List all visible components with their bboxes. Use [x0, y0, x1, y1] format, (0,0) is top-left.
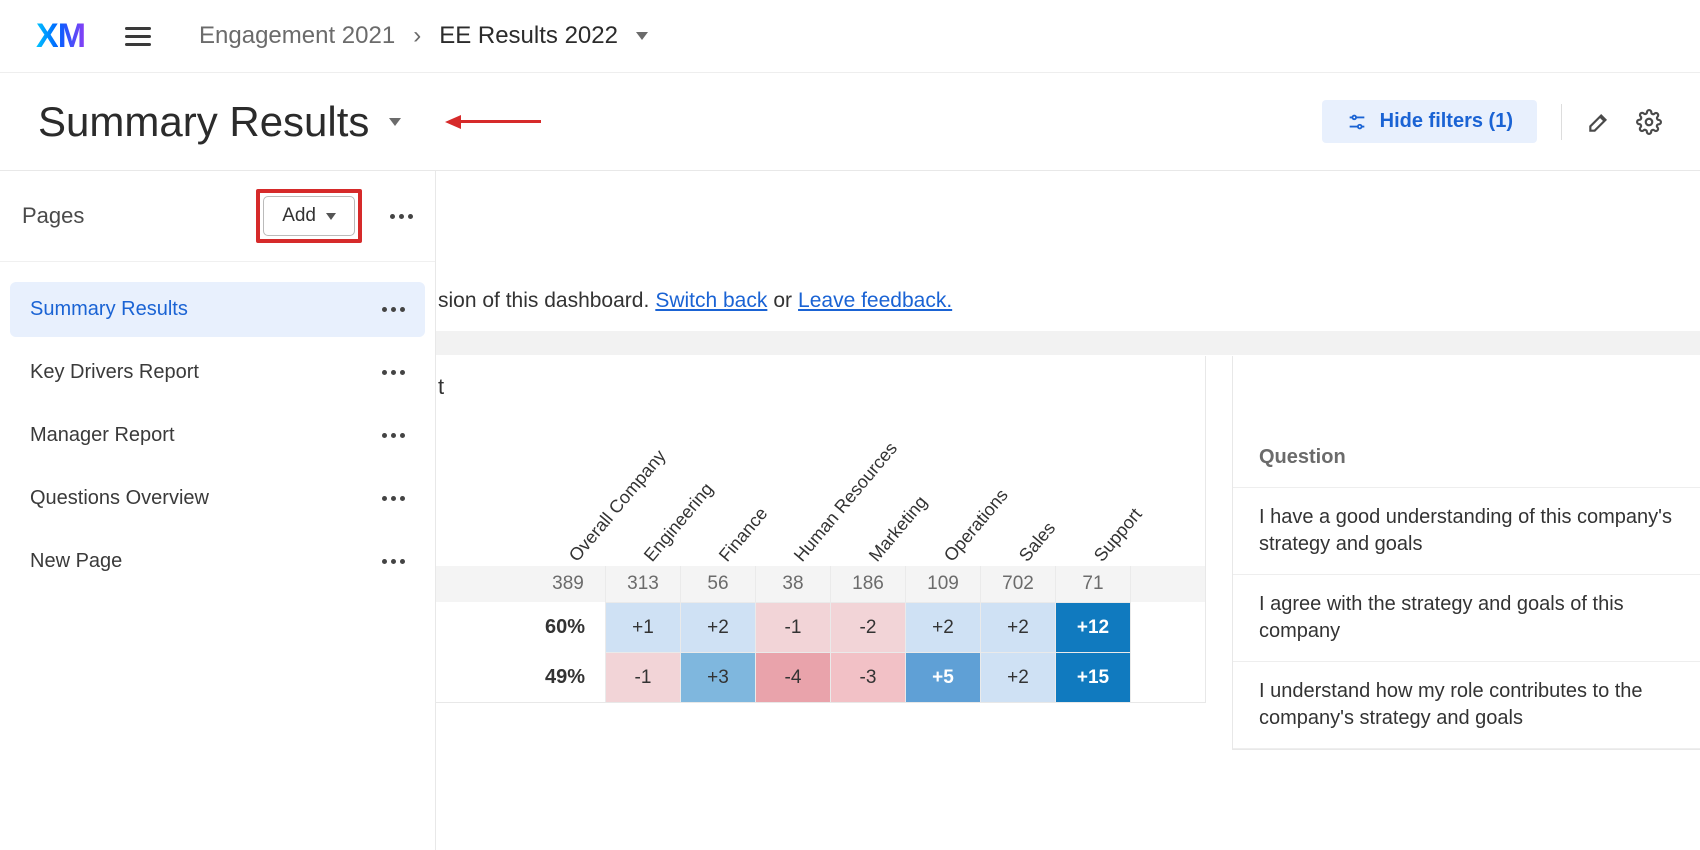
page-more-icon[interactable]: [382, 370, 405, 375]
heatmap-cell[interactable]: +2: [906, 602, 981, 652]
hide-filters-label: Hide filters (1): [1380, 110, 1513, 133]
heatmap-row-lead: 60%: [436, 602, 606, 652]
question-header: Question: [1233, 356, 1700, 488]
heatmap-cell[interactable]: +5: [906, 652, 981, 702]
title-bar: Summary Results Hide filters (1): [0, 73, 1700, 171]
heatmap-column-header: Operations: [940, 485, 1013, 566]
truncated-text: t: [438, 374, 444, 400]
heatmap-cell[interactable]: +2: [981, 652, 1056, 702]
breadcrumb-parent[interactable]: Engagement 2021: [199, 22, 395, 50]
breadcrumb-current[interactable]: EE Results 2022: [439, 22, 618, 50]
gray-bar: [436, 331, 1700, 355]
heatmap-column-header: Support: [1090, 504, 1147, 566]
heatmap-cell[interactable]: +2: [981, 602, 1056, 652]
top-bar: XM Engagement 2021 › EE Results 2022: [0, 0, 1700, 73]
question-row[interactable]: I agree with the strategy and goals of t…: [1233, 575, 1700, 662]
sidebar-item-label: Key Drivers Report: [30, 361, 199, 384]
heatmap-widget: t Overall CompanyEngineeringFinanceHuman…: [436, 356, 1206, 703]
add-button-label: Add: [282, 205, 316, 227]
heatmap-count: 38: [756, 566, 831, 602]
heatmap-count: 702: [981, 566, 1056, 602]
notice-mid: or: [773, 289, 792, 313]
add-button-highlight: Add: [256, 189, 362, 243]
sidebar-item-label: Summary Results: [30, 298, 188, 321]
pages-label: Pages: [22, 203, 246, 229]
sidebar-item-key-drivers-report[interactable]: Key Drivers Report: [10, 345, 425, 400]
heatmap-cell[interactable]: -3: [831, 652, 906, 702]
chevron-right-icon: ›: [413, 22, 421, 50]
sidebar-item-questions-overview[interactable]: Questions Overview: [10, 471, 425, 526]
sidebar-item-label: Questions Overview: [30, 487, 209, 510]
gear-icon[interactable]: [1636, 109, 1662, 135]
edit-icon[interactable]: [1586, 109, 1612, 135]
dashboard-notice: sion of this dashboard. Switch back or L…: [436, 289, 952, 313]
pages-list: Summary Results Key Drivers Report Manager…: [0, 262, 435, 609]
hide-filters-button[interactable]: Hide filters (1): [1322, 100, 1537, 143]
page-more-icon[interactable]: [382, 307, 405, 312]
heatmap-cell[interactable]: +1: [606, 602, 681, 652]
heatmap-cell[interactable]: -4: [756, 652, 831, 702]
heatmap-count: 71: [1056, 566, 1131, 602]
question-widget: Question I have a good understanding of …: [1232, 356, 1700, 750]
page-more-icon[interactable]: [382, 559, 405, 564]
notice-text: sion of this dashboard.: [438, 289, 649, 313]
pages-more-icon[interactable]: [390, 214, 413, 219]
leave-feedback-link[interactable]: Leave feedback.: [798, 289, 952, 313]
switch-back-link[interactable]: Switch back: [655, 289, 767, 313]
heatmap-cell[interactable]: +12: [1056, 602, 1131, 652]
heatmap-count: 313: [606, 566, 681, 602]
sidebar-item-label: Manager Report: [30, 424, 175, 447]
question-row[interactable]: I understand how my role contributes to …: [1233, 662, 1700, 749]
heatmap-column-header: Engineering: [640, 479, 718, 566]
heatmap-column-header: Sales: [1015, 518, 1060, 566]
heatmap-cell[interactable]: -1: [606, 652, 681, 702]
page-more-icon[interactable]: [382, 433, 405, 438]
sidebar-item-manager-report[interactable]: Manager Report: [10, 408, 425, 463]
heatmap-cell[interactable]: -1: [756, 602, 831, 652]
xm-logo: XM: [36, 17, 85, 56]
page-title: Summary Results: [38, 98, 369, 146]
heatmap-count: 109: [906, 566, 981, 602]
add-button[interactable]: Add: [263, 196, 355, 236]
heatmap-cell[interactable]: +3: [681, 652, 756, 702]
question-row[interactable]: I have a good understanding of this comp…: [1233, 488, 1700, 575]
heatmap-row-lead: 49%: [436, 652, 606, 702]
heatmap-count: 56: [681, 566, 756, 602]
heatmap-count: 186: [831, 566, 906, 602]
chevron-down-icon: [326, 213, 336, 220]
heatmap-column-header: Marketing: [865, 492, 932, 566]
callout-arrow: [445, 115, 541, 129]
filter-icon: [1346, 111, 1368, 133]
heatmap-cell[interactable]: +15: [1056, 652, 1131, 702]
menu-icon[interactable]: [125, 27, 151, 46]
sidebar-item-label: New Page: [30, 550, 122, 573]
sidebar-item-new-page[interactable]: New Page: [10, 534, 425, 589]
breadcrumb: Engagement 2021 › EE Results 2022: [199, 22, 648, 50]
sidebar-item-summary-results[interactable]: Summary Results: [10, 282, 425, 337]
pages-sidebar: Pages Add Summary Results Key Drivers Rep…: [0, 171, 436, 850]
heatmap-cell[interactable]: +2: [681, 602, 756, 652]
divider: [1561, 104, 1562, 140]
heatmap-count: 389: [531, 566, 606, 602]
chevron-down-icon[interactable]: [636, 32, 648, 40]
heatmap-column-header: Finance: [715, 503, 772, 566]
heatmap-cell[interactable]: -2: [831, 602, 906, 652]
page-title-chevron-down-icon[interactable]: [389, 118, 401, 126]
page-more-icon[interactable]: [382, 496, 405, 501]
